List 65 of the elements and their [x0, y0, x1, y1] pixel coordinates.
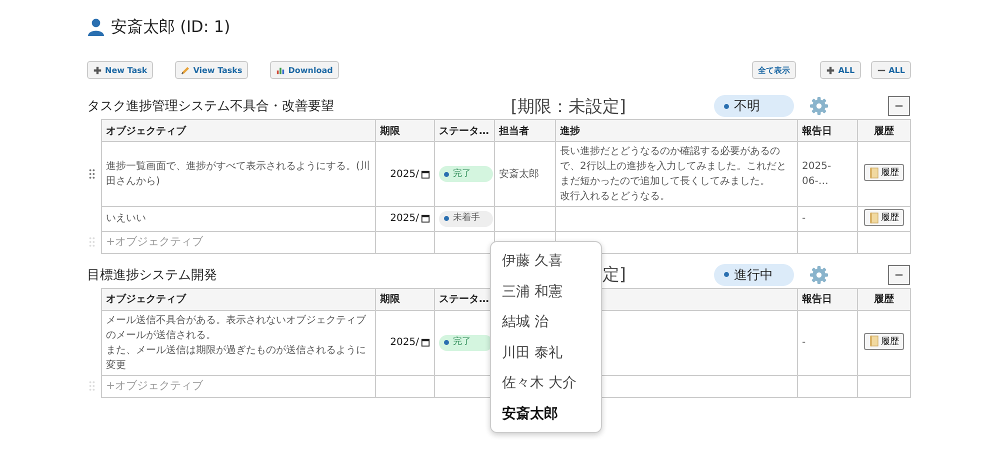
- assignee-text: 安斎太郎: [499, 168, 539, 180]
- report-date: -: [802, 213, 806, 224]
- pencil-icon: [181, 66, 190, 74]
- toolbar-button[interactable]: New Task: [87, 61, 154, 79]
- column-header: オブジェクティブ: [106, 126, 186, 136]
- history-button[interactable]: 履歴: [864, 209, 904, 226]
- user-title: 安斎太郎 (ID: 1): [111, 16, 230, 38]
- scroll-icon: [869, 212, 879, 224]
- calendar-icon[interactable]: [421, 170, 430, 178]
- scroll-icon: [869, 166, 879, 179]
- project-title: タスク進捗管理システム不具合・改善要望: [87, 98, 335, 115]
- report-date: -: [802, 337, 806, 348]
- column-header: ステータ…: [439, 126, 489, 136]
- project-deadline: 定]: [602, 265, 626, 285]
- column-header: 担当者: [499, 126, 529, 136]
- status-pill[interactable]: 完了: [439, 166, 493, 182]
- dropdown-option[interactable]: 安斎太郎: [502, 402, 601, 432]
- status-pill: 進行中: [714, 264, 794, 286]
- column-header: 進捗: [560, 126, 580, 136]
- user-icon: [87, 18, 105, 36]
- dropdown-option[interactable]: 佐々木 大介: [502, 371, 601, 402]
- dropdown-option[interactable]: 結城 治: [502, 310, 601, 340]
- progress-text: 改行入れるとどうなる。: [560, 190, 671, 204]
- column-header: 期限: [380, 126, 400, 136]
- toolbar-button[interactable]: ALL: [820, 61, 861, 79]
- column-header: ステータ…: [439, 294, 489, 305]
- objective-text: いえいい: [106, 212, 147, 226]
- toolbar-button[interactable]: 全て表示: [752, 61, 796, 79]
- progress-text: 長い進捗だとどうなるのか確認する必要があるので、2行以上の進捗を入力してみました。これだとまだ短かったので追加して長くしてみました。: [560, 144, 788, 189]
- drag-handle-icon: [89, 381, 95, 391]
- column-header: オブジェクティブ: [106, 294, 186, 305]
- history-button[interactable]: 履歴: [864, 332, 904, 350]
- dropdown-option[interactable]: 三浦 和憲: [502, 280, 601, 310]
- scroll-icon: [869, 335, 879, 348]
- column-header: 報告日: [802, 294, 832, 305]
- toolbar-button[interactable]: Download: [270, 61, 339, 79]
- bar-chart-icon: [276, 66, 286, 74]
- drag-handle-icon[interactable]: [89, 169, 95, 179]
- project-deadline: [期限：未設定]: [510, 96, 626, 116]
- history-button[interactable]: 履歴: [864, 164, 904, 182]
- collapse-button[interactable]: [888, 96, 910, 116]
- column-header: 履歴: [874, 294, 894, 305]
- objective-text: また、メール送信は期限が過ぎたものが送信されるように変更: [106, 344, 367, 372]
- drag-handle-icon: [89, 237, 95, 247]
- toolbar-button[interactable]: ALL: [870, 61, 911, 79]
- toolbar-button[interactable]: View Tasks: [175, 61, 248, 79]
- project-title: 目標進捗システム開発: [87, 266, 218, 284]
- status-pill[interactable]: 未着手: [439, 210, 493, 227]
- dropdown-option[interactable]: 川田 泰礼: [502, 340, 601, 371]
- calendar-icon[interactable]: [421, 338, 430, 347]
- date-field[interactable]: 2025/: [390, 166, 430, 182]
- plus-icon: [93, 66, 102, 74]
- dropdown-option[interactable]: 伊藤 久喜: [502, 249, 601, 280]
- report-date: 2025-06-…: [802, 161, 832, 187]
- calendar-icon[interactable]: [421, 214, 430, 224]
- collapse-button[interactable]: [888, 264, 910, 284]
- status-pill: 不明: [714, 95, 794, 117]
- column-header: 報告日: [802, 126, 832, 136]
- plus-icon: [826, 66, 836, 74]
- column-header: 期限: [380, 294, 400, 305]
- status-pill[interactable]: 完了: [439, 334, 493, 350]
- objective-text: メール送信不具合がある。表示されないオブジェクティブのメールが送信される。: [106, 314, 367, 342]
- objective-text: 進捗一覧画面で、進捗がすべて表示されるようにする。(川田さんから): [106, 160, 371, 189]
- date-field[interactable]: 2025/: [390, 335, 430, 350]
- column-header: 履歴: [874, 126, 894, 136]
